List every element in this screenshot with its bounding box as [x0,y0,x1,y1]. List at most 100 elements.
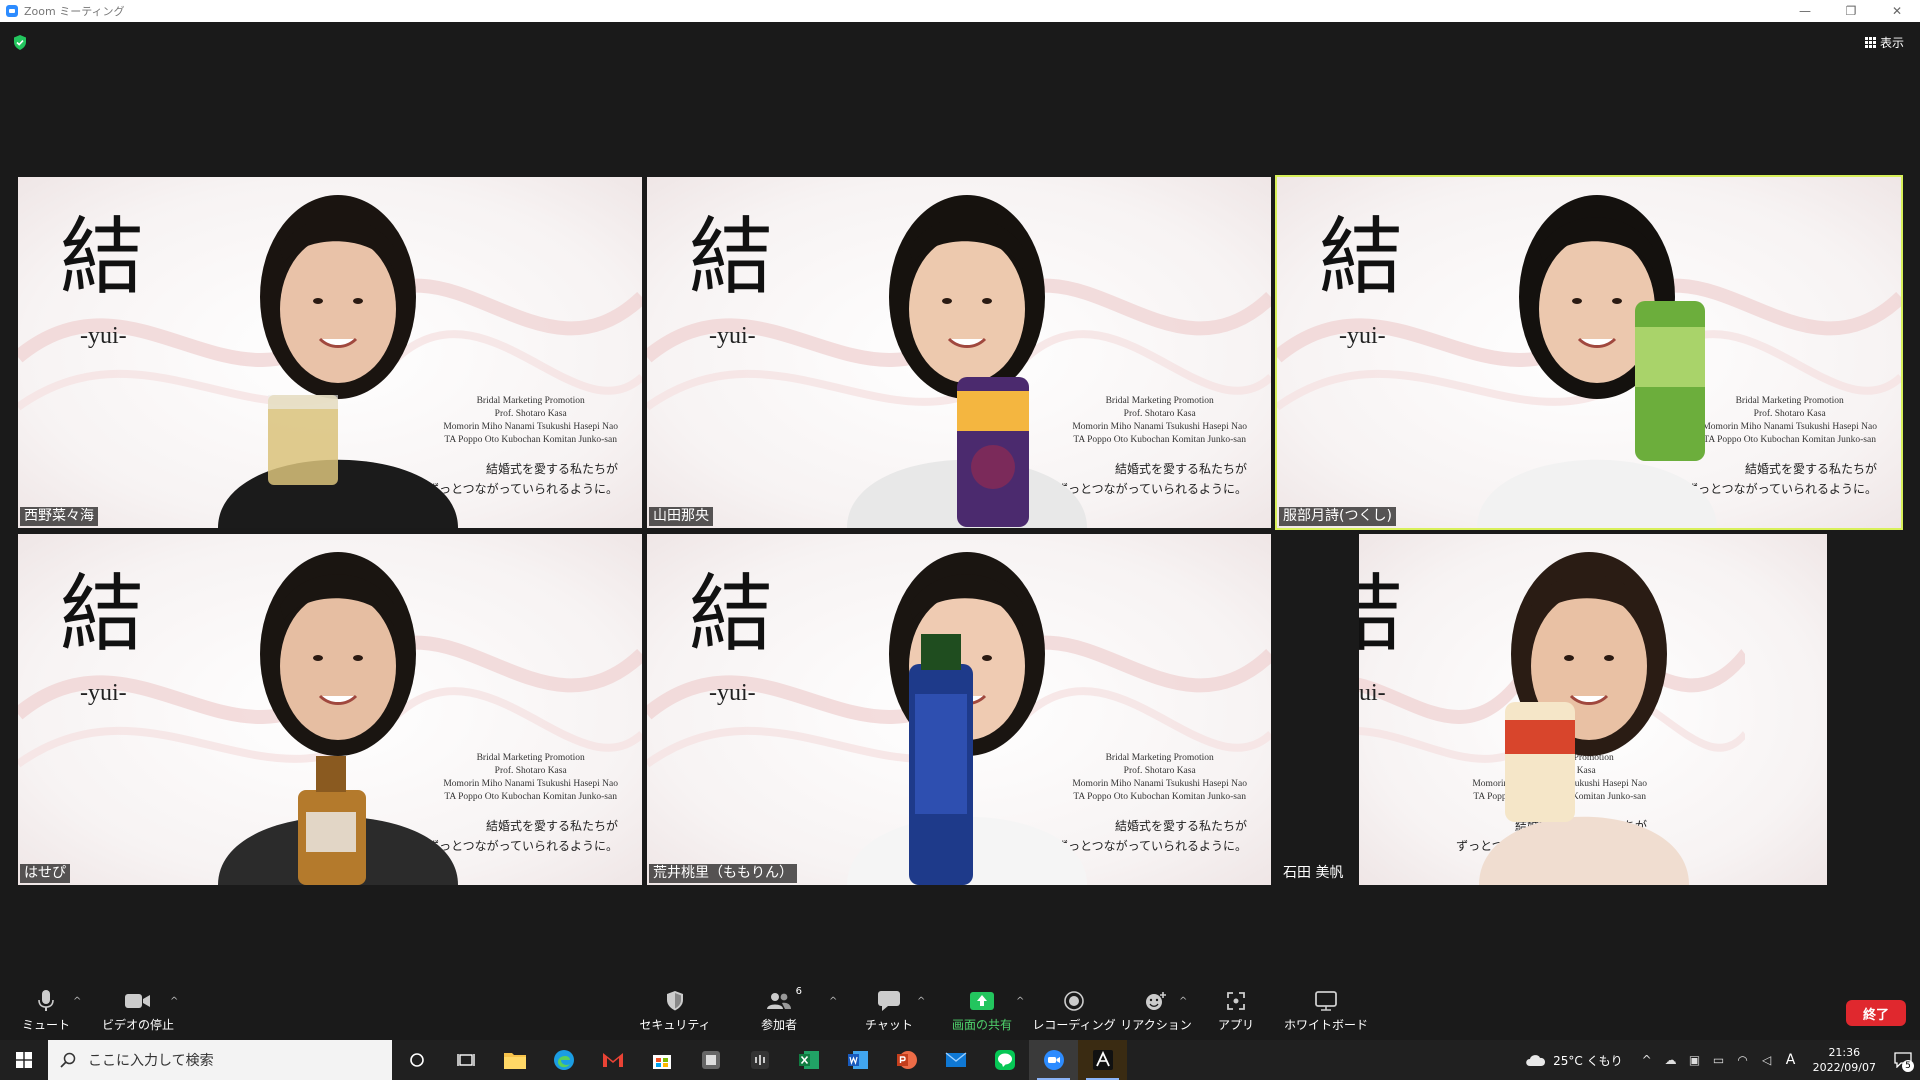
minimize-button[interactable]: — [1782,0,1828,22]
tray-camera-icon[interactable]: ▣ [1683,1053,1707,1067]
taskbar-app-generic[interactable] [686,1040,735,1080]
edge-browser-icon [553,1050,574,1070]
encryption-shield-icon[interactable] [13,35,27,50]
share-screen-icon [970,991,994,1010]
reactions-button[interactable]: リアクション [1120,980,1192,1040]
smiley-plus-icon [1146,991,1166,1010]
video-tile[interactable]: 結 -yui- Bridal Marketing PromotionProf. … [1277,534,1901,885]
taskbar-gmail[interactable] [588,1040,637,1080]
participant-video [218,195,458,528]
volume-icon[interactable]: ◁ [1755,1053,1779,1067]
end-meeting-button[interactable]: 終了 [1846,1000,1906,1026]
video-camera-icon [125,993,150,1008]
stop-video-button[interactable]: ビデオの停止 [100,980,176,1040]
stop-video-label: ビデオの停止 [101,1017,174,1032]
taskbar-zoom[interactable] [1029,1040,1078,1080]
restore-button[interactable]: ❐ [1828,0,1874,22]
battery-icon[interactable]: ▭ [1707,1053,1731,1067]
view-button[interactable]: 表示 [1864,34,1904,51]
store-bag-icon [652,1055,671,1069]
app-tile-icon [701,1051,720,1069]
security-button[interactable]: セキュリティ [639,980,711,1040]
close-button[interactable]: ✕ [1874,0,1920,22]
cortana-button[interactable] [392,1040,441,1080]
taskbar-mail[interactable] [931,1040,980,1080]
share-screen-label: 画面の共有 [951,1017,1012,1032]
taskbar-excel[interactable] [784,1040,833,1080]
wifi-icon[interactable]: ◠ [1731,1053,1755,1067]
start-button[interactable] [0,1040,48,1080]
notification-count: 5 [1902,1060,1914,1072]
audio-app-icon [750,1051,769,1069]
record-label: レコーディング [1032,1017,1116,1032]
video-options-caret[interactable]: ^ [170,996,178,1007]
whiteboard-label: ホワイトボード [1284,1017,1369,1032]
microphone-icon [38,989,54,1011]
chat-options-caret[interactable]: ^ [917,996,925,1007]
taskbar-line[interactable] [980,1040,1029,1080]
taskbar-clock[interactable]: 21:36 2022/09/07 [1813,1045,1876,1075]
participant-name-tag: 荒井桃里（ももりん） [649,864,797,883]
taskbar-audio-app[interactable] [735,1040,784,1080]
mute-button[interactable]: ミュート [20,980,72,1040]
record-button[interactable]: レコーディング [1032,980,1116,1040]
meeting-area: 表示 結 -yui- Bridal Marketing Promotion Pro… [0,22,1920,980]
participants-icon [767,992,791,1009]
apps-button[interactable]: アプリ [1216,980,1256,1040]
participants-options-caret[interactable]: ^ [829,996,837,1007]
reactions-options-caret[interactable]: ^ [1179,996,1187,1007]
video-tile[interactable]: 結 -yui- Bridal Marketing PromotionProf. … [647,177,1271,528]
taskbar-word[interactable] [833,1040,882,1080]
onedrive-cloud-icon[interactable]: ☁ [1659,1053,1683,1067]
task-view-button[interactable] [441,1040,490,1080]
security-shield-icon [667,990,683,1010]
zoom-app-icon [6,5,18,17]
taskbar-store[interactable] [637,1040,686,1080]
video-tile[interactable]: 結 -yui- Bridal Marketing PromotionProf. … [18,177,642,528]
mute-label: ミュート [21,1017,70,1032]
folder-icon [503,1053,526,1069]
weather-widget[interactable]: 25°C くもり [1525,1052,1623,1069]
cloud-weather-icon [1526,1055,1546,1066]
participant-name-tag: 西野菜々海 [20,507,98,526]
video-tile[interactable]: 結 -yui- Bridal Marketing PromotionProf. … [18,534,642,885]
taskbar-edge[interactable] [539,1040,588,1080]
notification-center-button[interactable]: 5 [1886,1052,1920,1072]
search-placeholder: ここに入力して検索 [88,1053,214,1069]
participants-button[interactable]: 6 参加者 [752,980,806,1040]
apps-label: アプリ [1217,1017,1254,1032]
grid-view-icon [1864,37,1876,48]
chat-button[interactable]: チャット [862,980,916,1040]
video-tile[interactable]: 結 -yui- Bridal Marketing PromotionProf. … [1275,175,1903,530]
windows-logo-icon [16,1052,32,1068]
participant-video [847,552,1087,885]
security-label: セキュリティ [639,1017,711,1032]
participant-name-tag: 服部月詩(つくし) [1279,507,1396,526]
chat-bubble-icon [878,990,900,1011]
participant-video [218,552,458,885]
window-title: Zoom ミーティング [24,5,125,18]
share-options-caret[interactable]: ^ [1016,996,1024,1007]
taskbar-powerpoint[interactable] [882,1040,931,1080]
task-view-icon [456,1054,475,1066]
weather-text: 25°C くもり [1553,1053,1623,1068]
participant-name-tag: 山田那央 [649,507,713,526]
pen-app-icon [1092,1050,1113,1070]
video-tile[interactable]: 結 -yui- Bridal Marketing PromotionProf. … [647,534,1271,885]
clock-time: 21:36 [1828,1046,1861,1059]
whiteboard-icon [1315,990,1337,1011]
tray-overflow-chevron-icon[interactable]: ^ [1635,1053,1659,1067]
participant-name-tag: 石田 美帆 [1283,865,1344,881]
taskbar-explorer[interactable] [490,1040,539,1080]
windows-taskbar: ここに入力して検索 25°C くもり ^ ☁ ▣ ▭ ◠ ◁ A 21:36 2… [0,1040,1920,1080]
taskbar-search-box[interactable]: ここに入力して検索 [48,1040,392,1080]
share-screen-button[interactable]: 画面の共有 [946,980,1018,1040]
audio-options-caret[interactable]: ^ [73,996,81,1007]
clock-date: 2022/09/07 [1812,1061,1876,1074]
ime-indicator[interactable]: A [1779,1052,1803,1068]
participants-label: 参加者 [760,1017,797,1032]
taskbar-pen-app[interactable] [1078,1040,1127,1080]
participant-video [1477,195,1717,528]
whiteboard-button[interactable]: ホワイトボード [1284,980,1368,1040]
record-icon [1064,990,1084,1011]
